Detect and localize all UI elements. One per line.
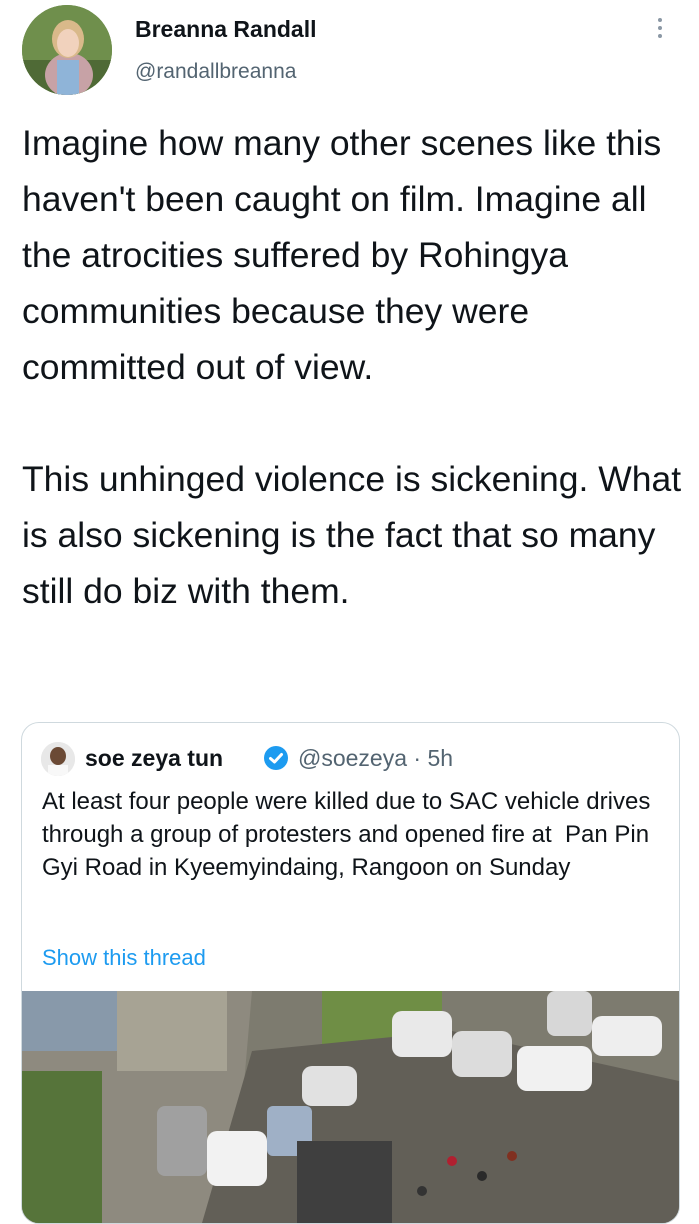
author-name[interactable]: Breanna Randall [135, 16, 317, 43]
tweet-text: Imagine how many other scenes like this … [22, 123, 682, 611]
quoted-tweet[interactable]: soe zeya tun @soezeya · 5h At least four… [21, 722, 680, 1224]
more-vertical-icon[interactable] [648, 18, 672, 48]
show-thread-link[interactable]: Show this thread [42, 945, 206, 971]
quoted-author-handle[interactable]: @soezeya · 5h [298, 745, 453, 772]
author-avatar[interactable] [22, 5, 112, 95]
quoted-tweet-text: At least four people were killed due to … [42, 788, 657, 881]
author-handle[interactable]: @randallbreanna [135, 60, 296, 84]
quoted-author-avatar[interactable] [41, 742, 75, 776]
quoted-author-name[interactable]: soe zeya tun [85, 745, 223, 772]
verified-badge-icon [263, 745, 289, 771]
quoted-tweet-media[interactable] [22, 991, 679, 1223]
